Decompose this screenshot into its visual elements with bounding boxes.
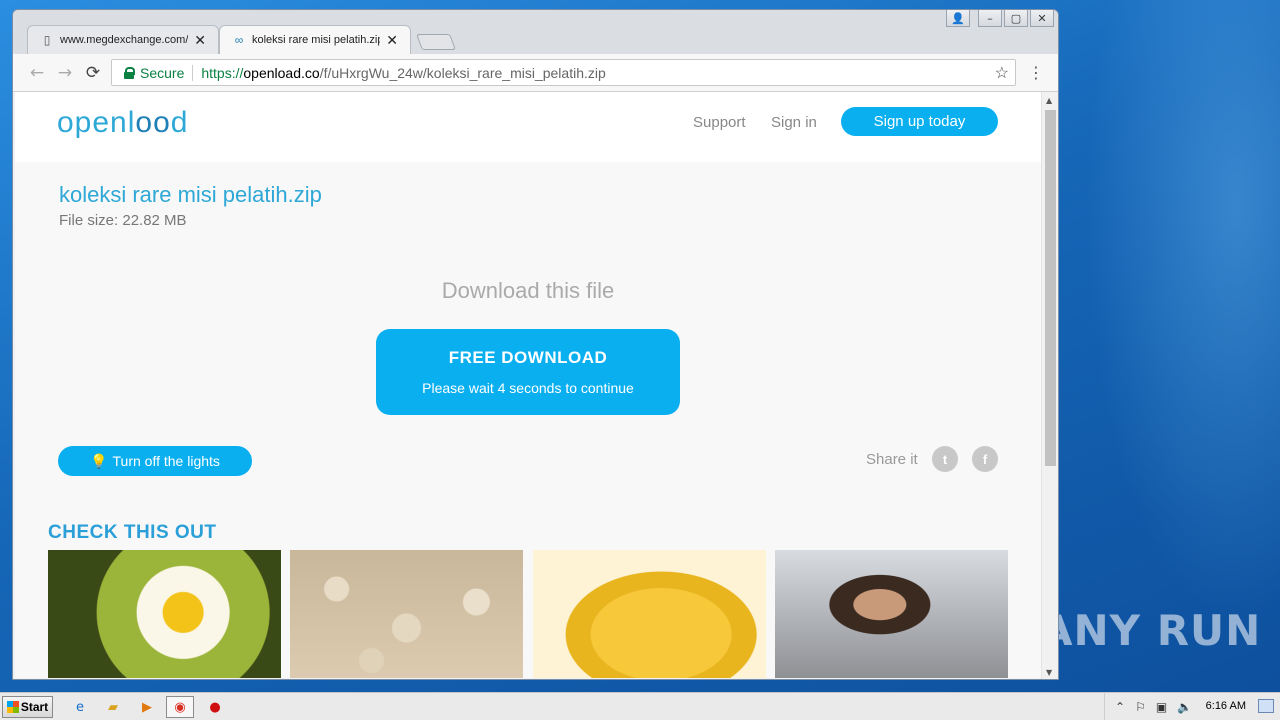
- user-icon[interactable]: 👤: [946, 10, 970, 27]
- scrollbar-thumb[interactable]: [1045, 110, 1056, 466]
- thumbnail-honey-jar[interactable]: [533, 550, 766, 678]
- file-size: File size: 22.82 MB: [59, 212, 187, 229]
- desktop-glow: [1060, 0, 1280, 690]
- system-tray: ⌃ ⚐ ▣ 🔈: [1104, 693, 1280, 720]
- download-wait-text: Please wait 4 seconds to continue: [422, 380, 634, 396]
- nav-support-link[interactable]: Support: [693, 114, 746, 131]
- tab-close-icon[interactable]: ✕: [386, 32, 398, 49]
- back-button[interactable]: ←: [27, 63, 47, 83]
- thumbnail-avocado-egg[interactable]: [48, 550, 281, 678]
- download-button-label: FREE DOWNLOAD: [448, 348, 608, 367]
- new-tab-button[interactable]: [416, 34, 456, 50]
- taskbar: Start e ▰ ▶ ◉ ● ⌃ ⚐ ▣ 🔈 6:16 AM: [0, 692, 1280, 720]
- windows-flag-icon: [6, 701, 19, 713]
- tab-close-icon[interactable]: ✕: [194, 32, 206, 49]
- action-center-flag-icon[interactable]: ⚐: [1135, 700, 1146, 714]
- share-label: Share it: [866, 451, 918, 468]
- media-player-icon[interactable]: ▶: [137, 697, 157, 717]
- logo-infinity: oo: [135, 106, 171, 139]
- url-host: openload.co: [243, 64, 320, 81]
- bookmark-star-icon[interactable]: ☆: [995, 63, 1009, 83]
- facebook-icon[interactable]: f: [972, 446, 998, 472]
- check-this-out-heading: CHECK THIS OUT: [48, 522, 217, 543]
- tab-label: www.megdexchange.com/jt: [60, 34, 189, 46]
- start-label: Start: [20, 700, 49, 714]
- infinity-icon: ∞: [234, 33, 244, 47]
- divider: [192, 64, 194, 81]
- tab-label: koleksi rare misi pelatih.zip |: [252, 34, 381, 46]
- openload-logo[interactable]: openlood: [57, 106, 188, 140]
- tray-expand-icon[interactable]: ⌃: [1115, 700, 1125, 714]
- title-bar: 👤 – ▢ ✕ ▯ www.megdexchange.com/jt ✕ ∞ ko…: [13, 10, 1058, 54]
- maximize-button[interactable]: ▢: [1004, 10, 1028, 27]
- secure-label: Secure: [140, 64, 185, 81]
- url-scheme: https://: [201, 64, 244, 81]
- clock[interactable]: 6:16 AM: [1206, 700, 1246, 712]
- close-button[interactable]: ✕: [1030, 10, 1054, 27]
- lightbulb-icon: 💡: [90, 452, 108, 469]
- twitter-icon[interactable]: t: [932, 446, 958, 472]
- tab-openload[interactable]: ∞ koleksi rare misi pelatih.zip | ✕: [219, 25, 411, 54]
- volume-icon[interactable]: 🔈: [1177, 700, 1192, 714]
- scroll-down-icon[interactable]: ▼: [1046, 668, 1052, 677]
- network-icon[interactable]: ▣: [1156, 700, 1167, 714]
- scroll-up-icon[interactable]: ▲: [1046, 96, 1052, 105]
- logo-text: openl: [57, 106, 136, 139]
- ie-icon[interactable]: e: [70, 697, 90, 717]
- site-header: openlood Support Sign in Sign up today: [15, 92, 1041, 162]
- tab-megdexchange[interactable]: ▯ www.megdexchange.com/jt ✕: [27, 25, 219, 54]
- browser-menu-icon[interactable]: ⋮: [1028, 63, 1044, 82]
- lock-icon: [124, 66, 135, 79]
- anyrun-text: ANY RUN: [1040, 606, 1262, 655]
- page-icon: ▯: [43, 33, 51, 47]
- page-scrollbar[interactable]: ▲ ▼: [1041, 92, 1058, 679]
- nav-signin-link[interactable]: Sign in: [771, 114, 817, 131]
- browser-window: 👤 – ▢ ✕ ▯ www.megdexchange.com/jt ✕ ∞ ko…: [12, 9, 1059, 680]
- free-download-button[interactable]: FREE DOWNLOAD Please wait 4 seconds to c…: [376, 329, 680, 415]
- browser-toolbar: ← → ⟳ Secure https:// openload.co /f/uHx…: [13, 54, 1058, 92]
- chrome-taskbar-icon[interactable]: ◉: [166, 696, 194, 718]
- signup-button[interactable]: Sign up today: [841, 107, 998, 136]
- address-bar[interactable]: Secure https:// openload.co /f/uHxrgWu_2…: [111, 59, 1016, 86]
- turn-off-lights-button[interactable]: 💡 Turn off the lights: [58, 446, 252, 476]
- logo-text-end: d: [170, 106, 189, 139]
- thumbnail-sprouted-chickpeas[interactable]: [290, 550, 523, 678]
- start-button[interactable]: Start: [2, 696, 53, 718]
- security-app-icon[interactable]: ●: [205, 697, 225, 717]
- download-title: Download this file: [441, 278, 615, 303]
- forward-button[interactable]: →: [55, 63, 75, 83]
- lights-label: Turn off the lights: [112, 453, 220, 469]
- reload-button[interactable]: ⟳: [83, 63, 103, 83]
- explorer-folder-icon[interactable]: ▰: [103, 697, 123, 717]
- minimize-button[interactable]: –: [978, 10, 1002, 27]
- window-controls: 👤 – ▢ ✕: [946, 10, 1054, 27]
- anyrun-watermark: ANY RUN: [1040, 606, 1261, 655]
- file-name: koleksi rare misi pelatih.zip: [59, 182, 322, 207]
- show-desktop-button[interactable]: [1258, 699, 1274, 713]
- url-path: /f/uHxrgWu_24w/koleksi_rare_misi_pelatih…: [319, 64, 606, 81]
- page-content: openlood Support Sign in Sign up today k…: [15, 92, 1041, 678]
- thumbnail-portrait[interactable]: [775, 550, 1008, 678]
